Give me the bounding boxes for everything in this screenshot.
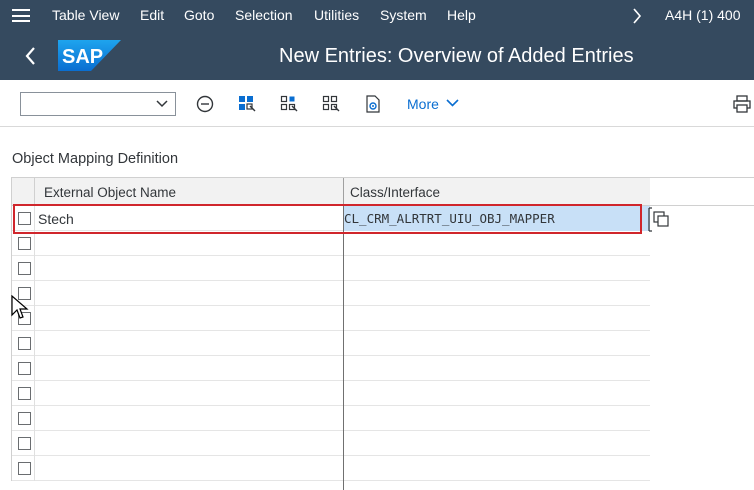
row-selector[interactable] — [11, 331, 35, 356]
menu-item-table-view[interactable]: Table View — [52, 7, 119, 23]
external-object-name-cell[interactable] — [36, 356, 343, 381]
menu-item-goto[interactable]: Goto — [184, 7, 214, 23]
external-object-name-cell[interactable] — [36, 306, 343, 331]
external-object-name-cell[interactable] — [36, 256, 343, 281]
hamburger-menu-icon[interactable] — [12, 9, 30, 22]
menu-item-edit[interactable]: Edit — [140, 7, 164, 23]
row-selector[interactable] — [11, 356, 35, 381]
row-checkbox[interactable] — [18, 262, 31, 275]
print-icon[interactable] — [733, 95, 751, 113]
class-interface-cell[interactable] — [344, 431, 650, 456]
row-checkbox[interactable] — [18, 437, 31, 450]
settings-doc-icon[interactable] — [363, 94, 383, 114]
row-selector[interactable] — [11, 231, 35, 256]
row-checkbox[interactable] — [18, 462, 31, 475]
row-checkbox[interactable] — [18, 412, 31, 425]
more-button[interactable]: More — [407, 96, 439, 112]
external-object-name-cell[interactable] — [36, 331, 343, 356]
row-checkbox[interactable] — [18, 337, 31, 350]
table-row[interactable] — [11, 456, 650, 481]
table-row[interactable] — [11, 281, 650, 306]
row-checkbox[interactable] — [18, 237, 31, 250]
sap-logo-text: SAP — [62, 46, 103, 68]
row-selector[interactable] — [11, 256, 35, 281]
class-interface-cell[interactable] — [344, 356, 650, 381]
row-selector[interactable] — [11, 456, 35, 481]
row-checkbox[interactable] — [18, 387, 31, 400]
menu-item-system[interactable]: System — [380, 7, 427, 23]
table-row[interactable] — [11, 331, 650, 356]
class-interface-cell[interactable] — [344, 256, 650, 281]
class-interface-cell[interactable] — [344, 381, 650, 406]
table-row[interactable] — [11, 306, 650, 331]
external-object-name-cell[interactable] — [36, 381, 343, 406]
class-interface-cell[interactable] — [344, 456, 650, 481]
column-header-external-object-name[interactable]: External Object Name — [44, 185, 176, 200]
row-selector[interactable] — [11, 381, 35, 406]
select-all-icon[interactable] — [237, 94, 257, 114]
external-object-name-cell[interactable] — [36, 406, 343, 431]
table-header-spacer — [650, 177, 754, 206]
title-bar: SAP New Entries: Overview of Added Entri… — [0, 31, 754, 80]
external-object-name-cell[interactable] — [36, 456, 343, 481]
row-selector[interactable] — [11, 406, 35, 431]
menu-bar: Table View Edit Goto Selection Utilities… — [0, 0, 754, 31]
column-header-class-interface[interactable]: Class/Interface — [350, 185, 440, 200]
highlight-box — [13, 204, 642, 234]
section-title: Object Mapping Definition — [12, 151, 179, 167]
system-info: A4H (1) 400 — [665, 7, 741, 23]
table-row[interactable] — [11, 231, 650, 256]
chevron-down-icon[interactable] — [155, 98, 169, 110]
table-row[interactable] — [11, 431, 650, 456]
row-checkbox[interactable] — [18, 362, 31, 375]
command-field[interactable] — [20, 92, 176, 116]
table-row[interactable] — [11, 356, 650, 381]
class-interface-cell[interactable] — [344, 331, 650, 356]
class-interface-cell[interactable] — [344, 281, 650, 306]
deselect-all-icon[interactable] — [279, 94, 299, 114]
class-interface-cell[interactable] — [344, 406, 650, 431]
table-row[interactable] — [11, 381, 650, 406]
page-title: New Entries: Overview of Added Entries — [279, 45, 634, 67]
select-all-column-header[interactable] — [11, 178, 35, 206]
sap-logo: SAP — [58, 40, 121, 71]
class-interface-cell[interactable] — [344, 231, 650, 256]
table-row[interactable] — [11, 256, 650, 281]
more-chevron-down-icon[interactable] — [446, 98, 459, 108]
chevron-right-icon[interactable] — [632, 8, 642, 24]
row-selector[interactable] — [11, 431, 35, 456]
column-separator[interactable] — [343, 178, 344, 206]
class-interface-cell[interactable] — [344, 306, 650, 331]
minus-circle-icon[interactable] — [195, 94, 215, 114]
select-block-icon[interactable] — [321, 94, 341, 114]
table-row[interactable] — [11, 406, 650, 431]
mouse-cursor-icon — [11, 295, 29, 319]
toolbar: More — [0, 80, 754, 127]
external-object-name-cell[interactable] — [36, 431, 343, 456]
menu-item-selection[interactable]: Selection — [235, 7, 293, 23]
external-object-name-cell[interactable] — [36, 281, 343, 306]
menu-item-help[interactable]: Help — [447, 7, 476, 23]
back-arrow-icon[interactable] — [24, 46, 38, 66]
external-object-name-cell[interactable] — [36, 231, 343, 256]
menu-item-utilities[interactable]: Utilities — [314, 7, 359, 23]
value-help-icon[interactable] — [648, 207, 670, 232]
table-header: External Object Name Class/Interface — [11, 177, 650, 206]
column-divider-line — [343, 234, 344, 490]
